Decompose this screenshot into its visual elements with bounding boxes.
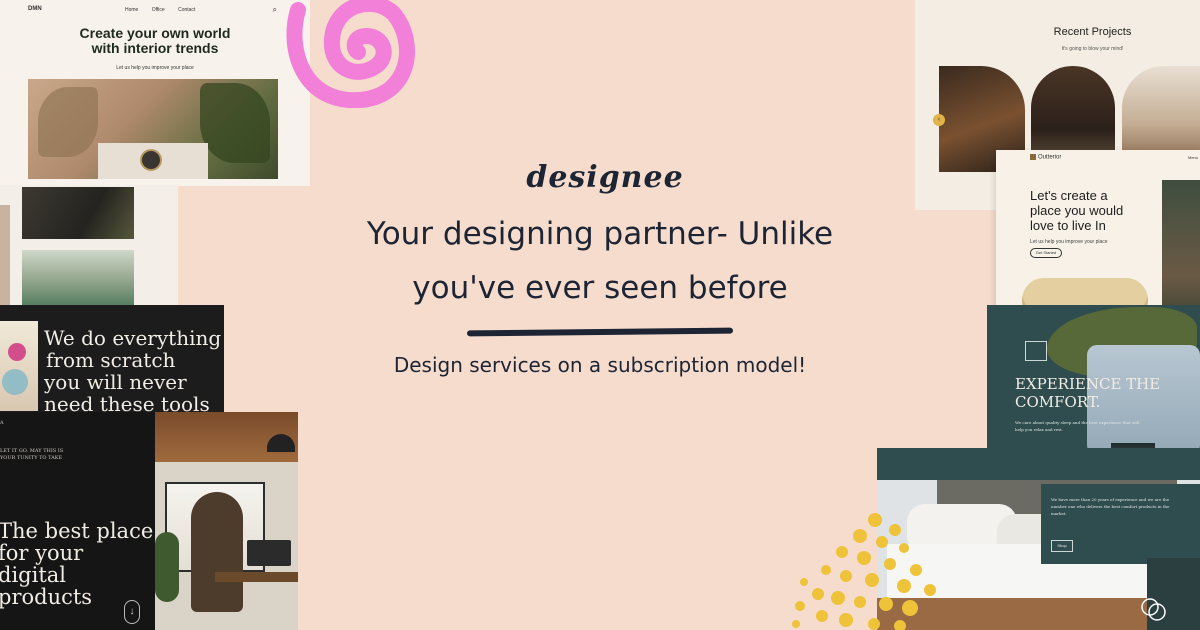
flower-shape [2,369,28,395]
card-title-line: Create your own world [79,25,231,41]
outterior-title-line: love to live In [1030,218,1106,233]
bedroom-text: We have more than 20 years of experience… [1051,497,1170,516]
headline-line: you've ever seen before [412,270,788,306]
hero: designee Your designing partner- Unlike … [300,160,900,377]
green-sofa-photo [22,250,134,308]
nav-link-home: Home [125,7,139,13]
workspace-photo-card [155,412,298,630]
dark-room-photo [22,187,134,239]
desk-shape [215,572,298,582]
best-place-line: digital [0,563,66,587]
scroll-down-icon: ↓ [124,600,140,624]
outterior-subtitle: Let us help you improve your place [1030,239,1108,245]
rings-icon [1141,598,1166,621]
leaf-shape [200,83,270,163]
best-place-line: The best place [0,519,154,543]
room-photos-card [0,185,178,311]
outterior-title: Let's create a place you would love to l… [1030,188,1170,233]
comfort-title-line: EXPERIENCE THE [1015,375,1161,393]
best-place-text: The best place for your digital products [0,520,158,608]
outterior-title-line: place you would [1030,203,1124,218]
interior-trends-card: DMN Home Office Contact ⌕ Create your ow… [0,0,310,186]
headline-line: Your designing partner- Unlike [366,216,834,252]
outterior-logo: Outterior [1030,154,1061,161]
scratch-card: We do everything from scratch you will n… [0,305,224,415]
comfort-title: EXPERIENCE THE COMFORT. [1015,375,1185,411]
chevron-left-icon: ‹ [933,114,945,126]
hero-subline: Design services on a subscription model! [393,353,807,377]
nav-link-office: Office [151,7,165,13]
scratch-line: from scratch [46,348,176,372]
card-nav-links: Home Office Contact [125,7,207,13]
plant-shape [155,532,179,602]
get-started-button: Get Started [1030,248,1062,258]
recent-projects-title: Recent Projects [1053,26,1132,38]
scratch-text: We do everything from scratch you will n… [44,327,224,415]
mirror-shape [140,149,162,171]
search-icon: ⌕ [272,5,277,14]
hero-headline: Your designing partner- Unlike you've ev… [300,207,900,315]
pink-spiral-icon [286,0,415,108]
best-place-line: for your [0,541,84,565]
card-nav: DMN Home Office Contact ⌕ [0,5,310,16]
card-small-text: LET IT GO. MAY THIS IS YOUR TUNITY TO TA… [0,448,64,461]
outterior-title-line: Let's create a [1030,188,1108,203]
menu-link: Menu [1188,155,1199,160]
person-shape [191,492,243,612]
laptop-shape [247,540,291,566]
photo-edge [0,205,10,305]
recent-projects-subtitle: It's going to blow your mind! [1061,46,1124,52]
leaf-shape [38,87,98,157]
card-title: Create your own world with interior tren… [60,26,250,56]
headline-underline [466,327,734,337]
flower-photo [0,321,38,411]
best-place-card: A LET IT GO. MAY THIS IS YOUR TUNITY TO … [0,412,160,630]
scratch-line: you will never [44,370,187,394]
teal-band [877,448,1200,480]
yellow-dots-decoration [792,513,936,630]
bedroom-button: Shop [1051,540,1073,552]
brand-logo: designee [526,160,684,195]
outline-box-icon [1025,341,1047,361]
card-subtitle: Let us help you improve your place [116,65,194,71]
scratch-line: We do everything [44,326,222,350]
comfort-title-line: COMFORT. [1015,393,1101,411]
comfort-text: We care about quality sleep and the best… [1015,420,1140,432]
living-room-photo [28,79,278,179]
nav-link-contact: Contact [178,7,196,13]
flower-shape [8,343,26,361]
card-initial: A [0,420,4,426]
card-logo: DMN [28,6,42,12]
card-title-line: with interior trends [91,40,219,56]
